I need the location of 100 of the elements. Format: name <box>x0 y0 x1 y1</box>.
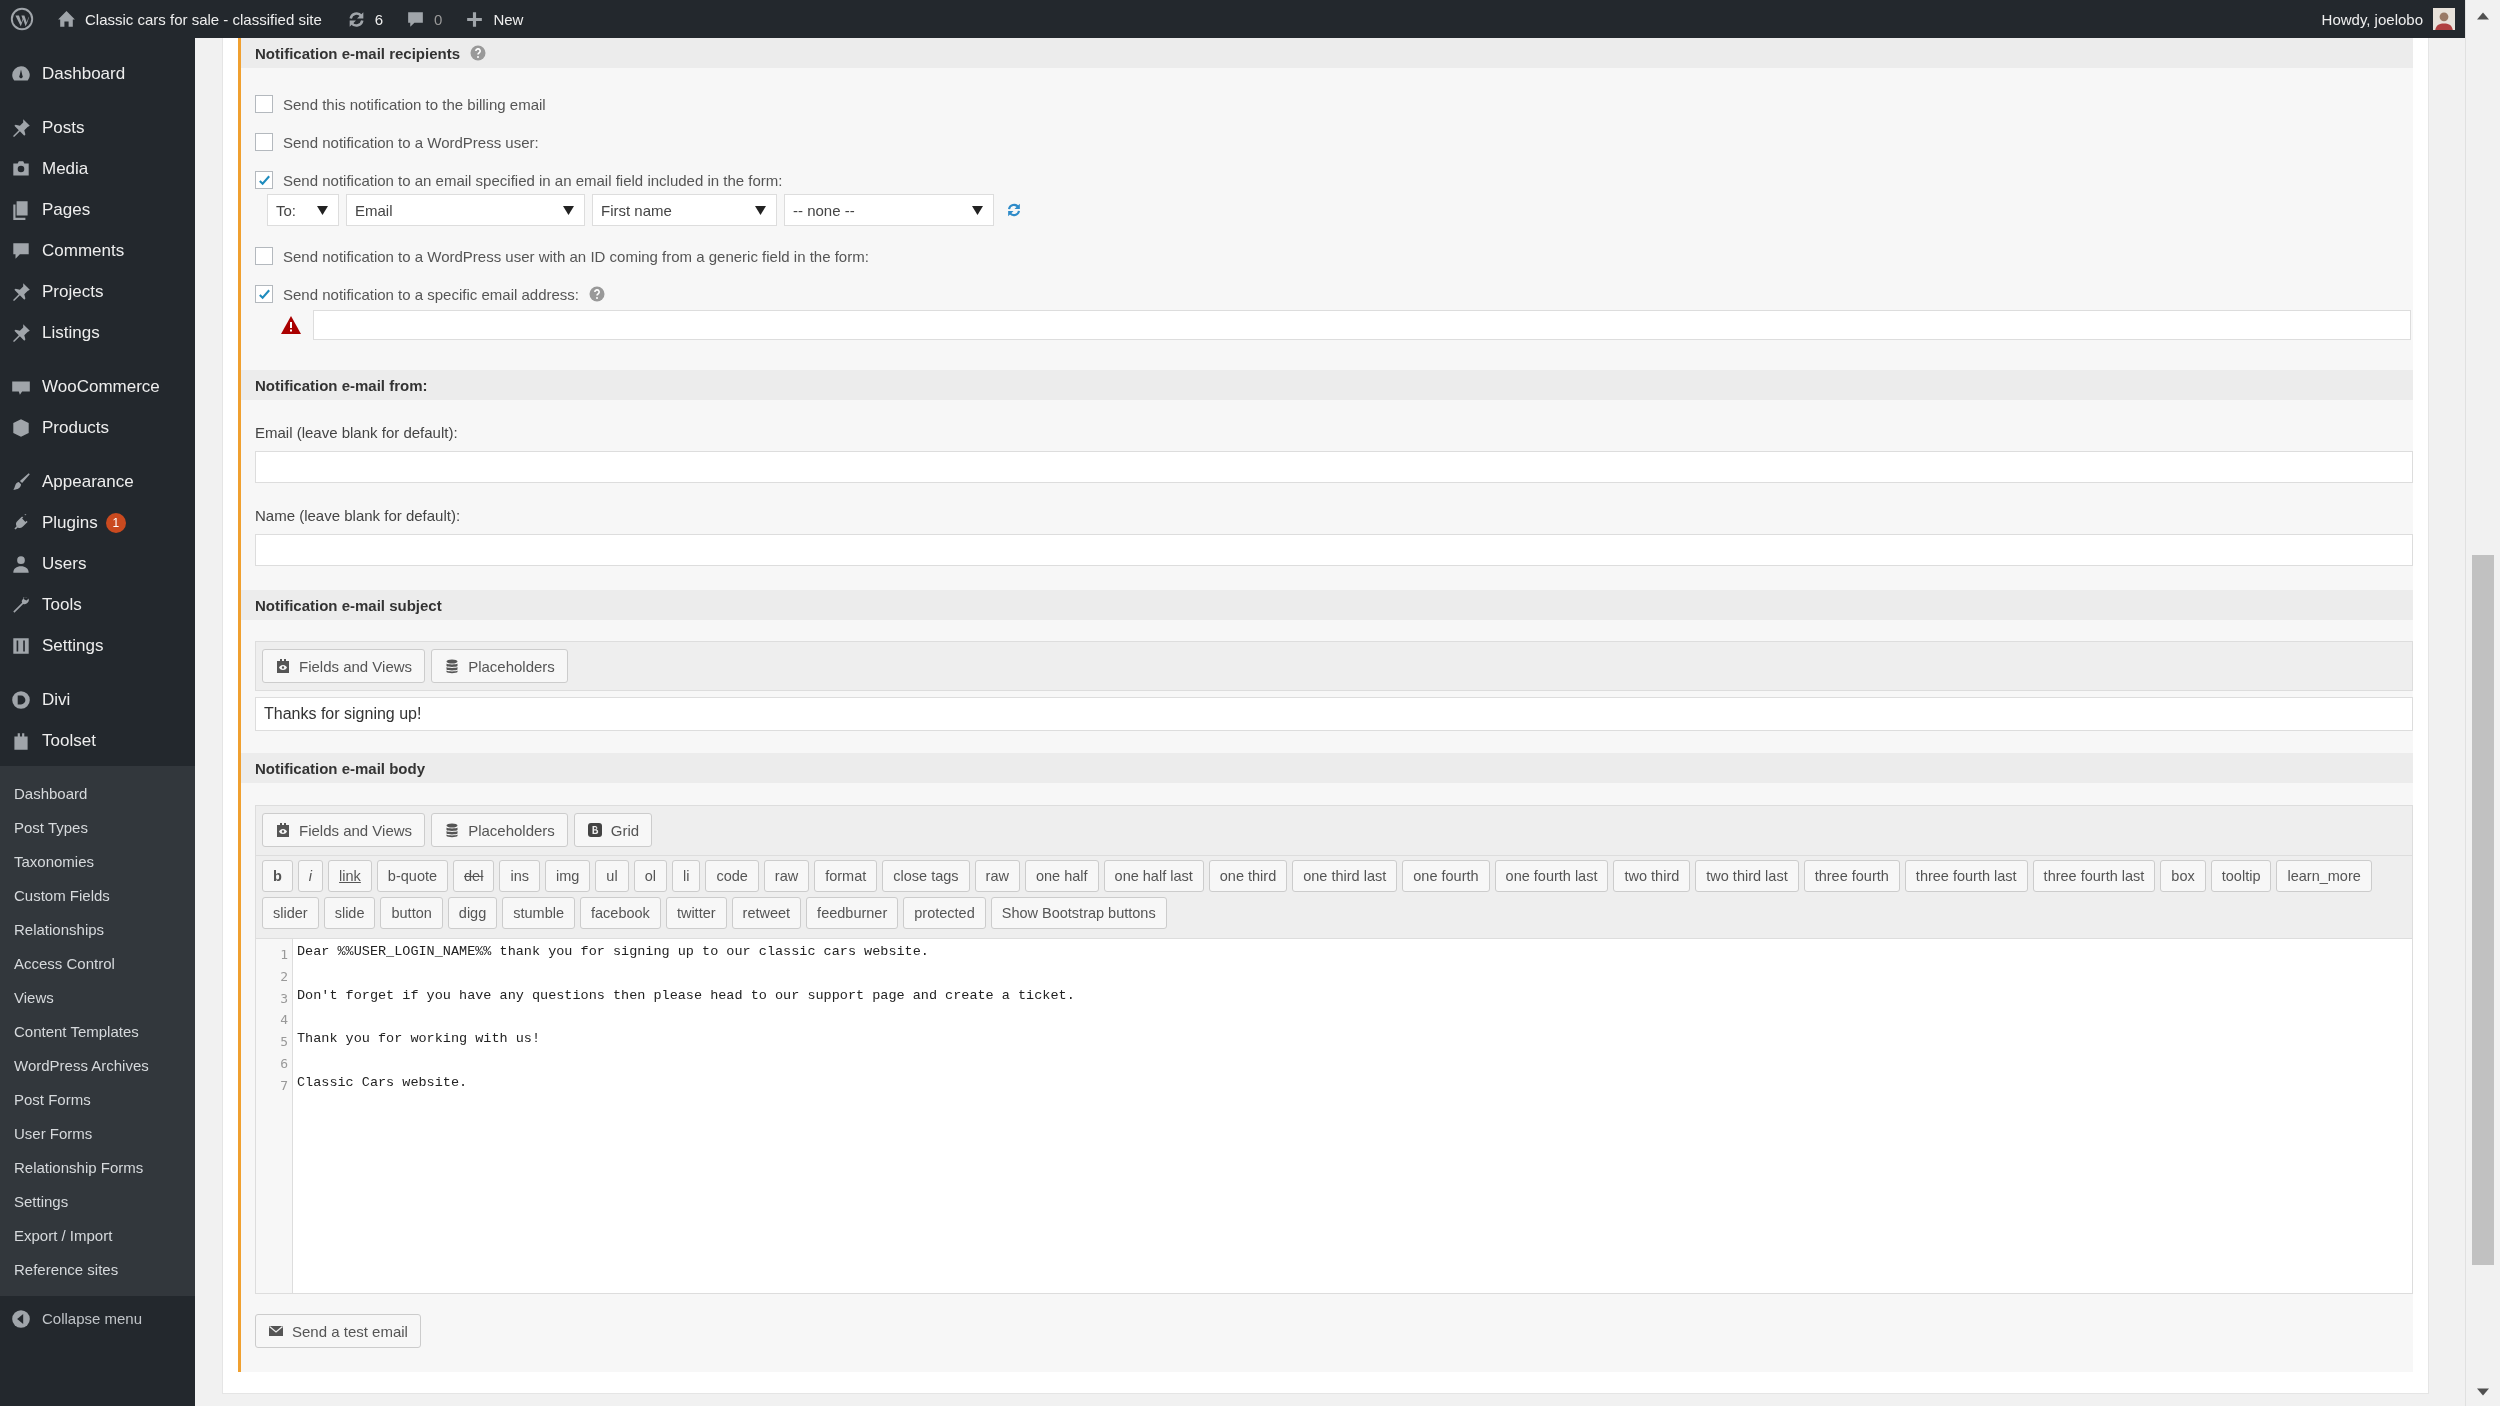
quicktag-button[interactable]: protected <box>903 897 986 929</box>
menu-item[interactable]: Tools <box>0 584 195 625</box>
menu-item[interactable]: Divi <box>0 679 195 720</box>
submenu-item[interactable]: Dashboard <box>0 776 195 810</box>
updates-count[interactable]: 6 <box>374 10 384 28</box>
quicktag-button[interactable]: ol <box>633 860 667 892</box>
checkbox[interactable] <box>255 247 273 265</box>
quicktag-button[interactable]: three fourth last <box>1904 860 2028 892</box>
menu-item[interactable]: Media <box>0 148 195 189</box>
quicktag-button[interactable]: learn_more <box>2276 860 2372 892</box>
quicktag-button[interactable]: one fourth <box>1402 860 1490 892</box>
dropdown[interactable]: -- none -- <box>784 194 994 226</box>
quicktag-button[interactable]: raw <box>763 860 810 892</box>
menu-item[interactable]: Settings <box>0 625 195 666</box>
toolbar-button[interactable]: Fields and Views <box>262 649 426 683</box>
logo-icon[interactable] <box>10 7 34 31</box>
menu-item[interactable]: Appearance <box>0 461 195 502</box>
toolbar-button[interactable]: Placeholders <box>431 649 568 683</box>
send-test-email-button[interactable]: Send a test email <box>255 1314 421 1348</box>
submenu-item[interactable]: Relationships <box>0 912 195 946</box>
submenu-item[interactable]: Taxonomies <box>0 844 195 878</box>
quicktag-button[interactable]: close tags <box>882 860 970 892</box>
checkbox[interactable] <box>255 171 273 189</box>
submenu-item[interactable]: Post Types <box>0 810 195 844</box>
checkbox[interactable] <box>255 133 273 151</box>
input-field[interactable] <box>255 451 2413 483</box>
help-icon[interactable] <box>589 286 605 302</box>
menu-item[interactable]: Posts <box>0 107 195 148</box>
scroll-down-arrow-icon[interactable] <box>2477 1388 2489 1396</box>
dropdown[interactable]: Email <box>346 194 585 226</box>
quicktag-button[interactable]: one fourth last <box>1494 860 1609 892</box>
toolbar-button[interactable]: Fields and Views <box>262 813 426 847</box>
quicktag-button[interactable]: code <box>705 860 759 892</box>
submenu-item[interactable]: Relationship Forms <box>0 1150 195 1184</box>
quicktag-button[interactable]: one half last <box>1103 860 1204 892</box>
menu-item[interactable]: Dashboard <box>0 53 195 94</box>
quicktag-button[interactable]: tooltip <box>2210 860 2272 892</box>
quicktag-button[interactable]: box <box>2160 860 2206 892</box>
quicktag-button[interactable]: two third <box>1613 860 1691 892</box>
new-link[interactable]: New <box>493 10 524 28</box>
quicktag-button[interactable]: twitter <box>665 897 727 929</box>
quicktag-button[interactable]: stumble <box>502 897 575 929</box>
refresh-icon[interactable] <box>1005 201 1023 219</box>
menu-item[interactable]: Projects <box>0 271 195 312</box>
quicktag-button[interactable]: facebook <box>580 897 661 929</box>
quicktag-button[interactable]: b <box>262 860 293 892</box>
quicktag-button[interactable]: Show Bootstrap buttons <box>990 897 1167 929</box>
quicktag-button[interactable]: ul <box>595 860 629 892</box>
menu-item[interactable]: Comments <box>0 230 195 271</box>
scroll-up-arrow-icon[interactable] <box>2477 12 2489 20</box>
menu-item[interactable]: Pages <box>0 189 195 230</box>
quicktag-button[interactable]: three fourth last <box>2032 860 2156 892</box>
quicktag-button[interactable]: format <box>814 860 878 892</box>
submenu-item[interactable]: Content Templates <box>0 1014 195 1048</box>
greeting-link[interactable]: Howdy, joelobo <box>2321 10 2423 28</box>
quicktag-button[interactable]: li <box>671 860 701 892</box>
quicktag-button[interactable]: img <box>544 860 591 892</box>
quicktag-button[interactable]: digg <box>447 897 498 929</box>
quicktag-button[interactable]: two third last <box>1695 860 1799 892</box>
quicktag-button[interactable]: one half <box>1024 860 1099 892</box>
menu-item[interactable]: Plugins 1 <box>0 502 195 543</box>
quicktag-button[interactable]: link <box>328 860 372 892</box>
quicktag-button[interactable]: i <box>297 860 324 892</box>
collapse-menu-button[interactable]: Collapse menu <box>0 1298 195 1339</box>
quicktag-button[interactable]: button <box>380 897 443 929</box>
email-address-field[interactable] <box>313 310 2411 340</box>
quicktag-button[interactable]: del <box>453 860 495 892</box>
menu-item[interactable]: Toolset <box>0 720 195 761</box>
menu-item[interactable]: WooCommerce <box>0 366 195 407</box>
quicktag-button[interactable]: retweet <box>731 897 802 929</box>
submenu-item[interactable]: Custom Fields <box>0 878 195 912</box>
quicktag-button[interactable]: one third last <box>1292 860 1398 892</box>
submenu-item[interactable]: User Forms <box>0 1116 195 1150</box>
dropdown[interactable]: To: <box>267 194 339 226</box>
quicktag-button[interactable]: ins <box>499 860 540 892</box>
toolbar-button[interactable]: Placeholders <box>431 813 568 847</box>
submenu-item[interactable]: Settings <box>0 1184 195 1218</box>
dropdown[interactable]: First name <box>592 194 777 226</box>
home-icon[interactable] <box>56 8 77 30</box>
quicktag-button[interactable]: raw <box>974 860 1020 892</box>
submenu-item[interactable]: Views <box>0 980 195 1014</box>
quicktag-button[interactable]: slider <box>262 897 319 929</box>
help-icon[interactable] <box>470 45 487 61</box>
input-field[interactable] <box>255 534 2413 566</box>
quicktag-button[interactable]: slide <box>323 897 376 929</box>
avatar-icon[interactable] <box>2433 8 2455 30</box>
menu-item[interactable]: Listings <box>0 312 195 353</box>
submenu-item[interactable]: Access Control <box>0 946 195 980</box>
checkbox[interactable] <box>255 95 273 113</box>
quicktag-button[interactable]: three fourth <box>1803 860 1900 892</box>
quicktag-button[interactable]: feedburner <box>806 897 899 929</box>
quicktag-button[interactable]: b-quote <box>376 860 449 892</box>
submenu-item[interactable]: Reference sites <box>0 1252 195 1286</box>
submenu-item[interactable]: Post Forms <box>0 1082 195 1116</box>
submenu-item[interactable]: Export / Import <box>0 1218 195 1252</box>
menu-item[interactable]: Users <box>0 543 195 584</box>
site-name-link[interactable]: Classic cars for sale - classified site <box>85 10 322 28</box>
checkbox[interactable] <box>255 285 273 303</box>
subject-field[interactable]: Thanks for signing up! <box>255 697 2413 731</box>
quicktag-button[interactable]: one third <box>1208 860 1288 892</box>
